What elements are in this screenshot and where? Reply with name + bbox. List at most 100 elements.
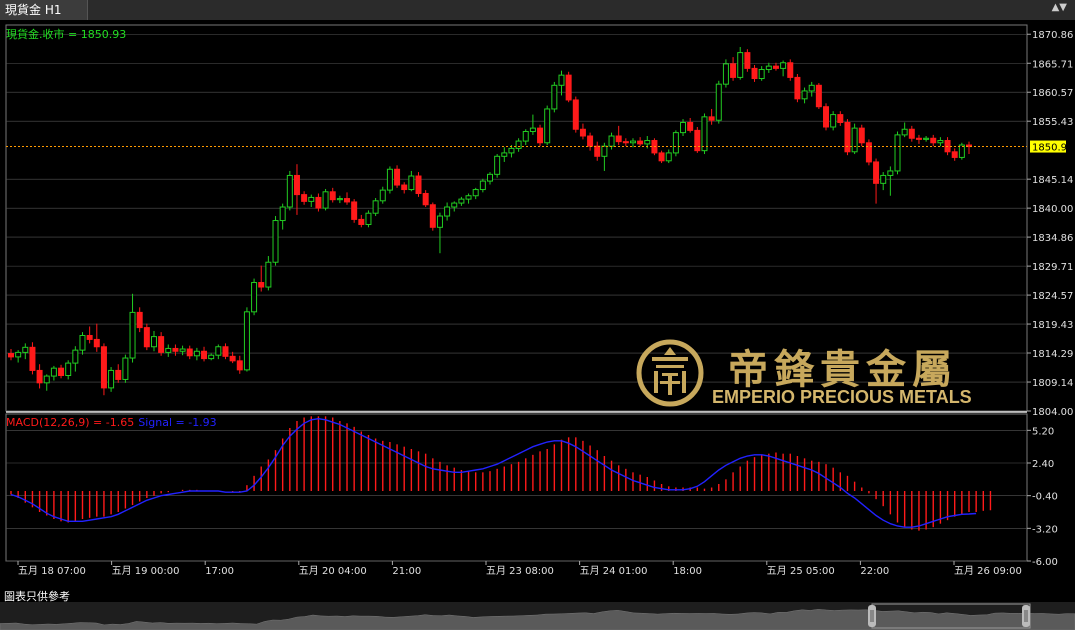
chart-navigator[interactable] <box>0 602 1075 630</box>
candle-body <box>100 346 107 389</box>
candle-body <box>394 168 401 186</box>
candle-body <box>665 152 672 162</box>
candle <box>851 123 858 155</box>
candle-body <box>722 63 729 85</box>
candle <box>558 70 565 96</box>
candle <box>436 212 443 254</box>
candle <box>873 158 880 204</box>
candle <box>572 96 579 133</box>
candle <box>179 345 186 356</box>
candle-body <box>136 311 143 329</box>
candle <box>737 46 744 80</box>
time-tick-label: 五月 20 04:00 <box>299 565 367 577</box>
chart-canvas[interactable]: 1870.86 1865.71 1860.57 1855.43 1845.14 1840.… <box>0 21 1075 583</box>
candle-body <box>937 140 944 144</box>
price-tick-label: 1804.00 <box>1032 407 1073 418</box>
candle <box>751 65 758 82</box>
candle-body <box>744 52 751 69</box>
candle <box>158 332 165 356</box>
candle <box>951 148 958 161</box>
candle <box>587 132 594 151</box>
candle-body <box>386 168 393 191</box>
candle-body <box>787 62 794 78</box>
candle-body <box>286 174 293 208</box>
candle <box>730 57 737 81</box>
candle-body <box>22 346 29 353</box>
time-tick-label: 五月 25 05:00 <box>767 565 835 577</box>
candle-body <box>86 334 93 340</box>
candle <box>365 210 372 228</box>
candle-body <box>243 311 250 371</box>
candle <box>744 49 751 72</box>
candle-body <box>894 134 901 172</box>
candle-body <box>601 145 608 157</box>
macd-value-label: MACD(12,26,9) = -1.65 <box>6 416 134 429</box>
navigator-left-handle[interactable] <box>868 605 876 627</box>
candle-body <box>501 152 508 157</box>
candle <box>472 187 479 200</box>
candle-body <box>72 349 79 364</box>
candle <box>58 364 65 379</box>
candle <box>815 83 822 109</box>
candle <box>50 365 57 381</box>
candle-body <box>301 194 308 202</box>
tab-chart-gold-h1[interactable]: 現貨金 H1 <box>0 0 88 20</box>
candle <box>672 130 679 157</box>
candle-body <box>565 74 572 101</box>
macd-panel-frame <box>5 413 1028 562</box>
candle <box>501 147 508 162</box>
candle-body <box>487 173 493 182</box>
price-tick-label: 1845.14 <box>1032 175 1073 186</box>
candle <box>565 71 572 103</box>
candle <box>787 59 794 81</box>
candle-body <box>772 65 779 69</box>
candle <box>236 355 243 374</box>
candle <box>465 193 472 204</box>
candle <box>208 353 215 361</box>
candle <box>544 105 551 146</box>
price-tick-label: 1855.43 <box>1032 117 1073 128</box>
candle <box>758 66 765 81</box>
candle-body <box>429 204 436 228</box>
candle-body <box>279 206 286 222</box>
candle-body <box>172 347 179 352</box>
candle-body <box>508 147 515 154</box>
candle <box>136 307 143 333</box>
candle-body <box>858 127 865 144</box>
candle-body <box>901 128 908 136</box>
time-axis: 五月 18 07:00 五月 19 00:00 17:00 五月 20 04:00 21… <box>17 561 1022 577</box>
candle <box>386 166 393 194</box>
candle-body <box>308 196 315 202</box>
candle <box>637 137 644 147</box>
candle-body <box>687 121 694 131</box>
candle-body <box>865 142 872 163</box>
time-tick-label: 五月 23 08:00 <box>486 565 554 577</box>
candle-body <box>544 108 551 144</box>
candle-body <box>115 369 122 380</box>
candle-body <box>379 189 386 202</box>
candle <box>701 113 708 155</box>
price-tick-label: 1834.86 <box>1032 233 1073 244</box>
navigator-right-handle[interactable] <box>1022 605 1030 627</box>
candle <box>551 81 558 113</box>
tab-scroll-arrows-icon[interactable]: ▲▼ <box>1052 2 1067 13</box>
candle-body <box>923 137 930 140</box>
tab-bar: 現貨金 H1 ▲▼ <box>0 0 1075 20</box>
candle <box>93 323 100 352</box>
candle <box>408 170 415 192</box>
signal-value-label: Signal = -1.93 <box>138 416 216 429</box>
chart-area[interactable]: 1870.86 1865.71 1860.57 1855.43 1845.14 1840.… <box>0 21 1075 583</box>
candle-body <box>915 137 922 140</box>
navigator-canvas <box>0 602 1075 630</box>
candle <box>537 124 544 147</box>
time-tick-label: 五月 24 01:00 <box>580 565 648 577</box>
candle <box>293 164 300 215</box>
candle-body <box>50 367 57 377</box>
current-price-badge: 1850.93 <box>1030 140 1073 154</box>
candle-body <box>522 131 529 142</box>
candle-body <box>344 198 351 203</box>
candle <box>594 141 601 161</box>
candle <box>344 192 351 205</box>
price-panel-label: 現貨金.收市 = 1850.93 <box>6 27 126 41</box>
candle-body <box>58 367 65 376</box>
